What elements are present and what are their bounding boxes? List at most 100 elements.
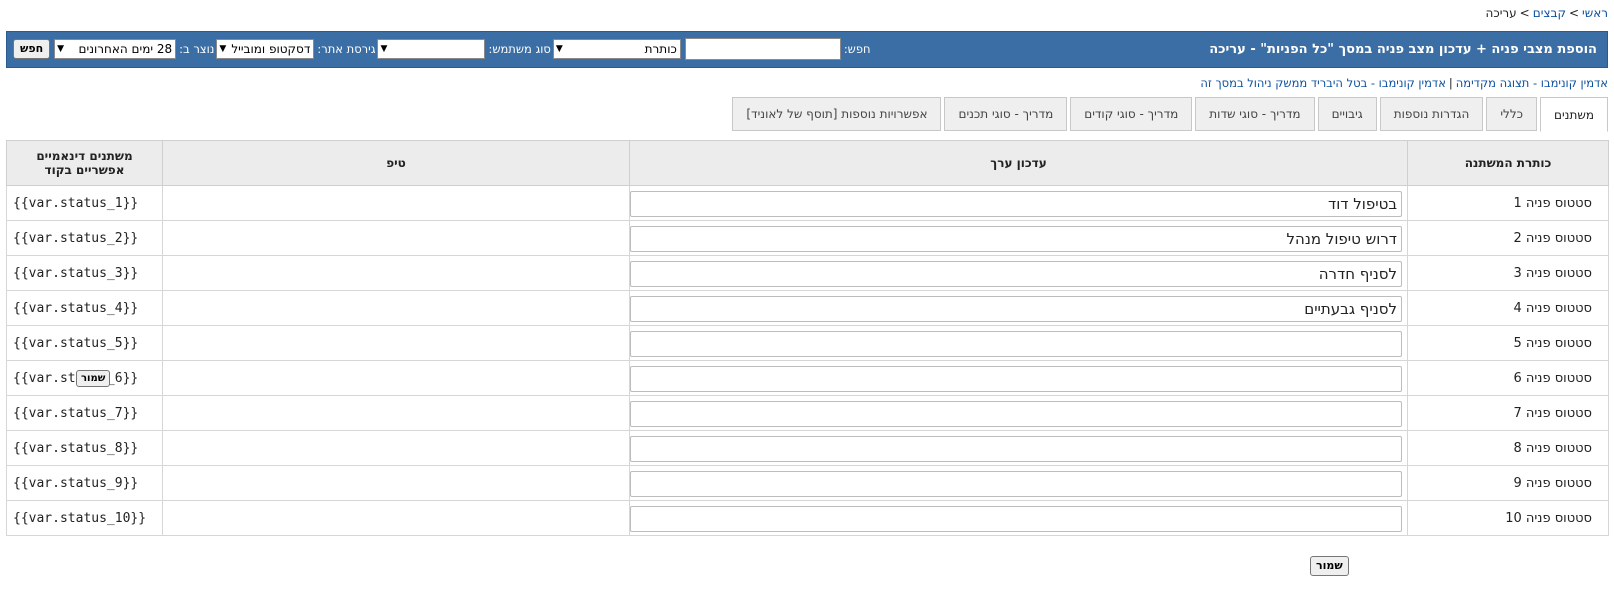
variable-title-cell: סטטוס פניה 3 xyxy=(1407,255,1609,291)
variable-title-cell: סטטוס פניה 4 xyxy=(1407,290,1609,326)
dynamic-var-cell: {{var.status_4}} xyxy=(6,290,163,326)
breadcrumb-current: עריכה xyxy=(1485,6,1517,20)
tab-general[interactable]: כללי xyxy=(1486,97,1537,131)
search-field-select[interactable]: כותרת ▼ xyxy=(552,39,681,59)
value-editor-cell xyxy=(629,325,1408,361)
search-input[interactable] xyxy=(684,38,841,60)
dynamic-var-cell: {{var.status_3}} xyxy=(6,255,163,291)
tip-cell xyxy=(162,430,630,466)
status-value-input[interactable]: דרוש טיפול מנהל xyxy=(630,226,1402,252)
breadcrumb-separator: > xyxy=(1568,6,1580,20)
value-editor-cell xyxy=(629,465,1408,501)
status-value-input[interactable]: בטיפול דוד xyxy=(630,191,1402,217)
tip-cell xyxy=(162,185,630,221)
breadcrumb-home-link[interactable]: ראשי xyxy=(1582,6,1608,20)
tip-cell xyxy=(162,395,630,431)
save-button[interactable]: שמור xyxy=(1310,556,1349,576)
table-row: סטטוס פניה 8 {{var.status_8}} xyxy=(6,430,1609,466)
variable-title-cell: סטטוס פניה 2 xyxy=(1407,220,1609,256)
variable-title-cell: סטטוס פניה 10 xyxy=(1407,500,1609,536)
tab-more-options[interactable]: אפשרויות נוספות [תוסף של לאוניד] xyxy=(732,97,942,131)
status-value-input[interactable] xyxy=(630,331,1402,357)
variable-title-cell: סטטוס פניה 6 xyxy=(1407,360,1609,396)
tab-more-settings[interactable]: הגדרות נוספות xyxy=(1379,97,1484,131)
tip-cell xyxy=(162,255,630,291)
value-editor-cell xyxy=(629,500,1408,536)
value-editor-cell: לסניף חדרה xyxy=(629,255,1408,291)
breadcrumb-files-link[interactable]: קבצים xyxy=(1533,6,1566,20)
page-title: הוספת מצבי פניה + עדכון מצב פניה במסך "כ… xyxy=(1209,42,1597,57)
status-value-input[interactable] xyxy=(630,471,1402,497)
value-editor-cell xyxy=(629,395,1408,431)
table-row: סטטוס פניה 6 {{var.status_6}}שמור xyxy=(6,360,1609,396)
variable-title-cell: סטטוס פניה 1 xyxy=(1407,185,1609,221)
chevron-down-icon: ▼ xyxy=(555,44,563,54)
site-version-value: דסקטופ ומובייל xyxy=(231,42,311,56)
value-editor-cell xyxy=(629,360,1408,396)
created-value: 28 ימים האחרונים xyxy=(78,42,173,56)
column-header-value-editor: עדכון ערך xyxy=(629,140,1408,186)
breadcrumb-separator: > xyxy=(1519,6,1530,20)
table-header-row: כותרת המשתנה עדכון ערך טיפ משתנים דינאמי… xyxy=(6,140,1609,186)
dynamic-var-cell: {{var.status_6}}שמור xyxy=(6,360,163,396)
table-row: סטטוס פניה 1 בטיפול דוד {{var.status_1}} xyxy=(6,185,1609,221)
page-header: הוספת מצבי פניה + עדכון מצב פניה במסך "כ… xyxy=(6,31,1608,68)
tab-guide-content-types[interactable]: מדריך - סוגי תכנים xyxy=(944,97,1068,131)
search-field-value: כותרת xyxy=(644,42,677,56)
table-row: סטטוס פניה 4 לסניף גבעתיים {{var.status_4}… xyxy=(6,290,1609,326)
dynamic-vars-header-line1: משתנים דינאמיים xyxy=(36,149,133,163)
tip-cell xyxy=(162,465,630,501)
tip-cell xyxy=(162,220,630,256)
table-row: סטטוס פניה 9 {{var.status_9}} xyxy=(6,465,1609,501)
created-select[interactable]: 28 ימים האחרונים ▼ xyxy=(54,39,177,59)
table-row: סטטוס פניה 10 {{var.status_10}} xyxy=(6,500,1609,536)
column-header-tip: טיפ xyxy=(162,140,630,186)
status-value-input[interactable]: לסניף חדרה xyxy=(630,261,1402,287)
dynamic-vars-header-line2: אפשריים בקוד xyxy=(44,163,125,177)
floating-save-button[interactable]: שמור xyxy=(76,370,111,387)
variable-title-cell: סטטוס פניה 9 xyxy=(1407,465,1609,501)
dynamic-var-cell: {{var.status_2}} xyxy=(6,220,163,256)
status-value-input[interactable]: לסניף גבעתיים xyxy=(630,296,1402,322)
variable-title-cell: סטטוס פניה 7 xyxy=(1407,395,1609,431)
dynamic-var-cell: {{var.status_1}} xyxy=(6,185,163,221)
table-row: סטטוס פניה 7 {{var.status_7}} xyxy=(6,395,1609,431)
dynamic-var-cell: {{var.status_7}} xyxy=(6,395,163,431)
column-header-dynamic-vars: משתנים דינאמיים אפשריים בקוד xyxy=(6,140,163,186)
dynamic-var-cell: {{var.status_10}} xyxy=(6,500,163,536)
tab-variables[interactable]: משתנים xyxy=(1540,97,1608,132)
table-row: סטטוס פניה 3 לסניף חדרה {{var.status_3}} xyxy=(6,255,1609,291)
user-type-select[interactable]: ▼ xyxy=(377,39,486,59)
variable-title-cell: סטטוס פניה 5 xyxy=(1407,325,1609,361)
site-version-select[interactable]: דסקטופ ומובייל ▼ xyxy=(216,39,315,59)
admin-links-divider: | xyxy=(1448,76,1453,90)
tab-backups[interactable]: גיבויים xyxy=(1317,97,1377,131)
chevron-down-icon: ▼ xyxy=(57,44,65,54)
tab-bar: משתנים כללי הגדרות נוספות גיבויים מדריך … xyxy=(729,97,1608,132)
value-editor-cell xyxy=(629,430,1408,466)
search-button[interactable]: חפש xyxy=(13,39,51,59)
admin-cancel-hybrid-link[interactable]: אדמין קונימבו - בטל היבריד ממשק ניהול במ… xyxy=(1200,76,1446,90)
breadcrumb: ראשי>קבצים>עריכה xyxy=(1486,6,1608,20)
status-value-input[interactable] xyxy=(630,401,1402,427)
admin-preview-link[interactable]: אדמין קונימבו - תצוגה מקדימה xyxy=(1456,76,1608,90)
created-label: נוצר ב: xyxy=(179,42,215,56)
tab-guide-field-types[interactable]: מדריך - סוגי שדות xyxy=(1195,97,1315,131)
value-editor-cell: בטיפול דוד xyxy=(629,185,1408,221)
tab-guide-code-types[interactable]: מדריך - סוגי קודים xyxy=(1070,97,1193,131)
table-row: סטטוס פניה 2 דרוש טיפול מנהל {{var.status_… xyxy=(6,220,1609,256)
tip-cell xyxy=(162,360,630,396)
variables-table: כותרת המשתנה עדכון ערך טיפ משתנים דינאמי… xyxy=(6,140,1609,536)
dynamic-var-cell: {{var.status_9}} xyxy=(6,465,163,501)
tip-cell xyxy=(162,500,630,536)
chevron-down-icon: ▼ xyxy=(380,44,388,54)
dynamic-var-cell: {{var.status_8}} xyxy=(6,430,163,466)
variable-title-cell: סטטוס פניה 8 xyxy=(1407,430,1609,466)
status-value-input[interactable] xyxy=(630,506,1402,532)
status-value-input[interactable] xyxy=(630,366,1402,392)
table-row: סטטוס פניה 5 {{var.status_5}} xyxy=(6,325,1609,361)
chevron-down-icon: ▼ xyxy=(219,44,227,54)
status-value-input[interactable] xyxy=(630,436,1402,462)
dynamic-var-cell: {{var.status_5}} xyxy=(6,325,163,361)
value-editor-cell: דרוש טיפול מנהל xyxy=(629,220,1408,256)
